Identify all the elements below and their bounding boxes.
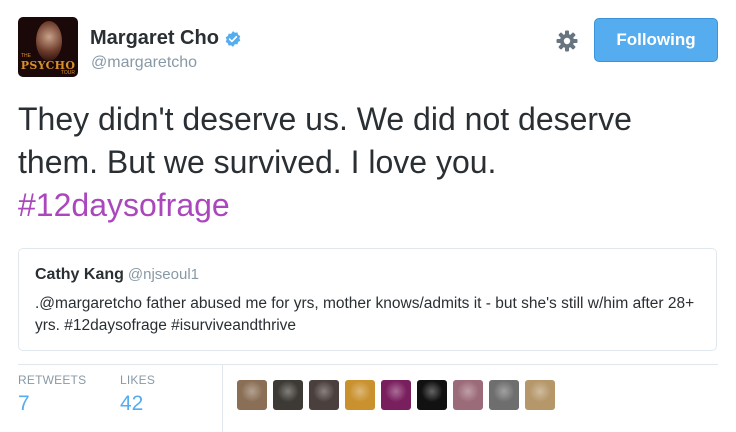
quoted-tweet-text: .@margaretcho father abused me for yrs, … (35, 295, 695, 334)
quoted-author-name: Cathy Kang (35, 266, 124, 283)
retweets-stat[interactable]: RETWEETS 7 (18, 373, 86, 416)
likers-avatars (237, 380, 555, 410)
liker-avatar-2[interactable] (273, 380, 303, 410)
retweets-count: 7 (18, 392, 30, 415)
avatar-figure (36, 21, 62, 61)
quoted-tweet[interactable]: Cathy Kang @njseoul1 .@margaretcho father… (18, 248, 717, 351)
author-name-row[interactable]: Margaret Cho (90, 27, 242, 50)
likes-stat[interactable]: LIKES 42 (120, 373, 155, 416)
liker-avatar-6[interactable] (417, 380, 447, 410)
tweet-text: They didn't deserve us. We did not deser… (18, 98, 718, 227)
stats-vertical-divider (222, 365, 223, 432)
quoted-author-handle: @njseoul1 (127, 266, 200, 283)
liker-avatar-9[interactable] (525, 380, 555, 410)
liker-avatar-1[interactable] (237, 380, 267, 410)
tweet-body: They didn't deserve us. We did not deser… (18, 101, 632, 180)
avatar-small-bottom-text: TOUR (60, 70, 75, 76)
author-avatar[interactable]: THE PSYCHO TOUR (18, 17, 78, 77)
liker-avatar-3[interactable] (309, 380, 339, 410)
verified-badge-icon (225, 30, 241, 47)
gear-icon[interactable] (555, 29, 579, 53)
liker-avatar-8[interactable] (489, 380, 519, 410)
tweet-hashtag-link[interactable]: #12daysofrage (18, 187, 230, 223)
quoted-author: Cathy Kang @njseoul1 (35, 266, 199, 284)
author-handle[interactable]: @margaretcho (91, 54, 197, 72)
following-button[interactable]: Following (594, 18, 718, 62)
liker-avatar-5[interactable] (381, 380, 411, 410)
likes-count: 42 (120, 392, 144, 415)
stats-divider (18, 364, 718, 365)
likes-label: LIKES (120, 373, 156, 387)
retweets-label: RETWEETS (18, 373, 87, 387)
liker-avatar-4[interactable] (345, 380, 375, 410)
author-name[interactable]: Margaret Cho (90, 27, 219, 50)
liker-avatar-7[interactable] (453, 380, 483, 410)
